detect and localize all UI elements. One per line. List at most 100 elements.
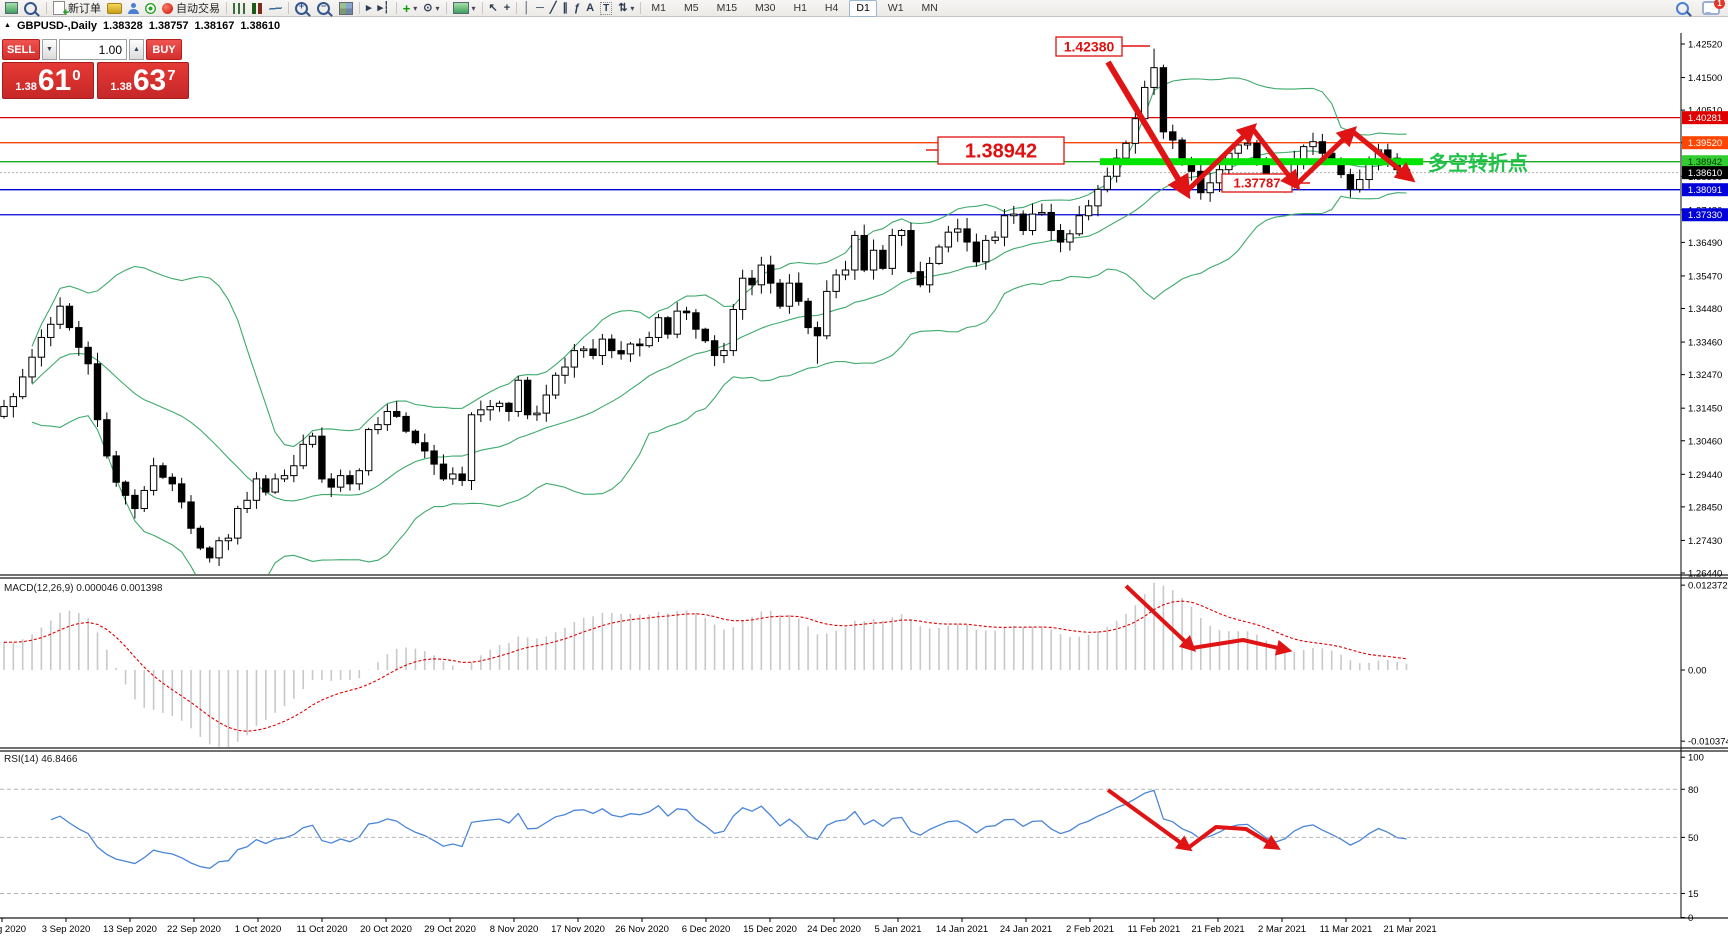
new-order-button[interactable]: 新订单 <box>50 1 104 16</box>
timeframe-m5[interactable]: M5 <box>677 0 706 17</box>
autotrade-icon <box>162 3 173 14</box>
channel-icon: ∥ <box>563 1 569 16</box>
text-tool[interactable]: A <box>583 1 597 16</box>
toolbar-separator <box>640 2 641 14</box>
timeframe-m30[interactable]: M30 <box>748 0 782 17</box>
arrows-tool[interactable]: ⇅▾ <box>615 1 637 16</box>
svg-text:1.38942: 1.38942 <box>965 141 1037 163</box>
macd-panel <box>4 583 1407 747</box>
signals-icon[interactable] <box>142 1 159 16</box>
periods-button[interactable]: ⊙▾ <box>420 1 442 16</box>
timeframe-h4[interactable]: H4 <box>818 0 845 17</box>
community-icon[interactable] <box>125 1 142 16</box>
chevron-down-icon: ▾ <box>436 1 440 16</box>
timeframe-h1[interactable]: H1 <box>786 0 813 17</box>
price-axis-tick: 1.29440 <box>1688 470 1722 481</box>
price-axis-tick: 1.42520 <box>1688 40 1722 51</box>
macd-axis-tick: -0.010374 <box>1688 737 1728 748</box>
trend-arrow-drawing[interactable] <box>1352 131 1410 178</box>
notification-badge: 1 <box>1714 0 1725 9</box>
market-watch-icon[interactable] <box>21 1 43 16</box>
date-axis-label: 1 Oct 2020 <box>235 924 281 935</box>
trendline-tool[interactable]: ╱ <box>547 1 560 16</box>
trendline-icon: ╱ <box>550 1 557 16</box>
sell-price-pip: 0 <box>72 67 80 84</box>
volume-increase-button[interactable]: ▲ <box>129 39 144 60</box>
candlestick-chart-icon <box>251 3 263 14</box>
buy-price-box[interactable]: 1.38 63 7 <box>97 62 189 99</box>
price-axis-tick: 1.36490 <box>1688 238 1722 249</box>
candlestick-series <box>1 49 1410 566</box>
timeframe-w1[interactable]: W1 <box>881 0 911 17</box>
deposit-icon[interactable] <box>104 1 125 16</box>
zoom-in-button[interactable]: + <box>292 1 314 16</box>
trend-arrow-drawing[interactable] <box>1192 640 1287 650</box>
svg-text:1.42380: 1.42380 <box>1064 39 1115 55</box>
text-label-tool[interactable]: T <box>597 1 615 16</box>
text-icon: A <box>586 1 594 16</box>
timeframe-m1[interactable]: M1 <box>644 0 673 17</box>
price-axis-tick: 1.27430 <box>1688 536 1722 547</box>
chat-icon[interactable]: 1 <box>1702 1 1720 15</box>
rsi-panel <box>51 790 1407 868</box>
date-axis-label: 5 Aug 2020 <box>0 924 26 935</box>
date-axis-label: 14 Jan 2021 <box>936 924 988 935</box>
zoom-out-button[interactable]: − <box>314 1 336 16</box>
chart-style-icon <box>453 2 469 14</box>
date-axis-label: 21 Mar 2021 <box>1383 924 1436 935</box>
timeframe-m15[interactable]: M15 <box>710 0 744 17</box>
annotations-layer[interactable]: 1.423801.389421.37787多空转折点 <box>926 37 1528 848</box>
fibonacci-tool[interactable]: ƒ <box>571 1 583 16</box>
auto-scroll-button[interactable]: ▸ <box>363 1 375 16</box>
macd-axis-tick: 0.00 <box>1688 666 1707 677</box>
price-axis-tick: 1.35470 <box>1688 271 1722 282</box>
chart-shift-button[interactable]: ▸┆ <box>375 1 393 16</box>
arrows-icon: ⇅ <box>618 1 627 16</box>
price-axis-tick: 1.41500 <box>1688 73 1722 84</box>
buy-button[interactable]: BUY <box>146 39 182 60</box>
timeframe-d1[interactable]: D1 <box>849 0 876 17</box>
autotrade-button[interactable]: 自动交易 <box>159 1 223 16</box>
main-toolbar: 新订单 自动交易 + − ▸ ▸┆ +▾ ⊙▾ ▾ ↖ + │ ─ ╱ ∥ ƒ … <box>0 0 1728 17</box>
zoom-in-icon: + <box>295 2 308 15</box>
sell-price-prefix: 1.38 <box>15 81 36 93</box>
bar-chart-button[interactable] <box>230 1 248 16</box>
timeframe-mn[interactable]: MN <box>915 0 945 17</box>
line-chart-button[interactable] <box>266 1 285 16</box>
sell-price-box[interactable]: 1.38 61 0 <box>2 62 94 99</box>
tile-windows-button[interactable] <box>336 1 356 16</box>
zoom-out-icon: − <box>317 2 330 15</box>
note-annotation[interactable]: 多空转折点 <box>1428 151 1528 175</box>
search-icon[interactable] <box>1676 2 1689 15</box>
date-axis-label: 3 Sep 2020 <box>42 924 91 935</box>
price-axis-tick: 1.31450 <box>1688 404 1722 415</box>
channel-tool[interactable]: ∥ <box>560 1 572 16</box>
crosshair-tool[interactable]: + <box>501 1 513 16</box>
candlestick-chart-button[interactable] <box>248 1 266 16</box>
volume-decrease-button[interactable]: ▼ <box>42 39 57 60</box>
svg-text:1.37330: 1.37330 <box>1688 210 1722 221</box>
line-chart-icon <box>269 3 282 14</box>
price-axis-tick: 1.28450 <box>1688 502 1722 513</box>
price-axis-tick: 1.26440 <box>1688 569 1722 580</box>
date-axis-label: 8 Nov 2020 <box>490 924 539 935</box>
chart-style-button[interactable]: ▾ <box>450 1 479 16</box>
horizontal-line-tool[interactable]: ─ <box>533 1 547 16</box>
sell-button[interactable]: SELL <box>2 39 40 60</box>
rsi-axis-tick: 15 <box>1688 889 1699 900</box>
chart-area[interactable]: 1.425201.415001.405101.395201.385001.374… <box>0 0 1728 942</box>
trend-arrow-drawing[interactable] <box>1108 790 1188 848</box>
date-axis-label: 24 Dec 2020 <box>807 924 861 935</box>
vertical-line-tool[interactable]: │ <box>520 1 533 16</box>
support-bar-drawing[interactable] <box>1100 158 1423 165</box>
toolbar-separator <box>226 2 227 14</box>
cursor-icon: ↖ <box>489 1 498 16</box>
indicators-button[interactable]: +▾ <box>400 1 421 16</box>
timeframe-group: M1M5M15M30H1 H4D1 W1MN <box>644 0 944 17</box>
collapse-icon[interactable]: ▲ <box>4 22 11 29</box>
chart-window-icon[interactable] <box>2 1 21 16</box>
macd-title: MACD(12,26,9) 0.000046 0.001398 <box>4 583 163 594</box>
cursor-tool[interactable]: ↖ <box>486 1 501 16</box>
volume-input[interactable]: 1.00 <box>59 39 127 60</box>
price-axis-tick: 1.34480 <box>1688 304 1722 315</box>
